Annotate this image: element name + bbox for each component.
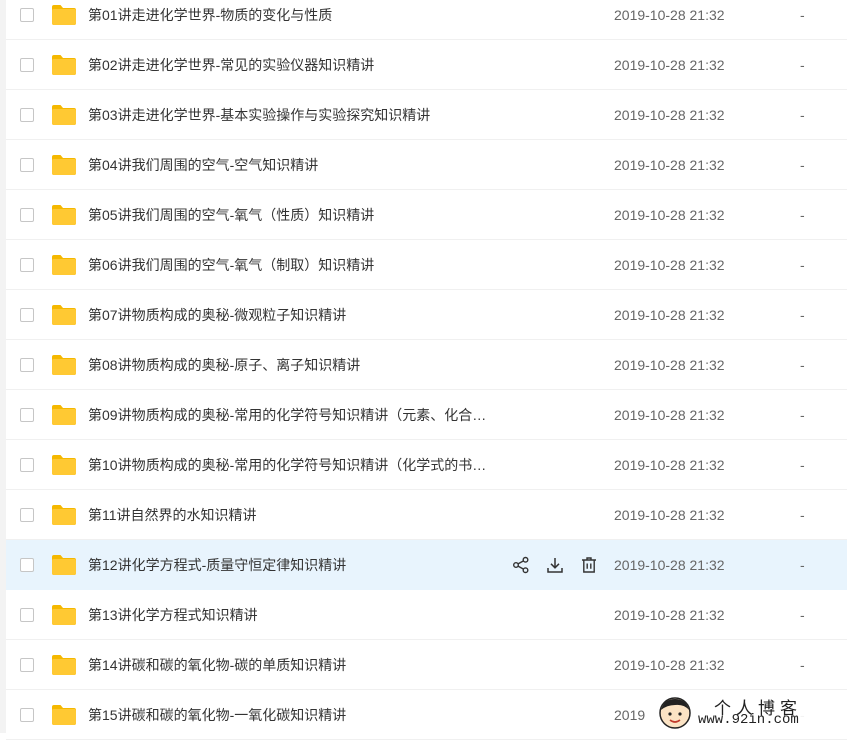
folder-icon — [51, 354, 77, 376]
folder-icon — [51, 104, 77, 126]
file-size: - — [800, 607, 805, 623]
watermark-avatar-icon — [658, 696, 692, 730]
modified-date: 2019-10-28 21:32 — [614, 157, 725, 173]
folder-icon — [51, 54, 77, 76]
modified-date: 2019-10-28 21:32 — [614, 57, 725, 73]
folder-icon — [51, 504, 77, 526]
folder-icon — [51, 304, 77, 326]
file-size: - — [800, 357, 805, 373]
file-name[interactable]: 第08讲物质构成的奥秘-原子、离子知识精讲 — [88, 340, 498, 390]
file-name[interactable]: 第05讲我们周围的空气-氧气（性质）知识精讲 — [88, 190, 498, 240]
modified-date: 2019-10-28 21:32 — [614, 507, 725, 523]
file-name[interactable]: 第06讲我们周围的空气-氧气（制取）知识精讲 — [88, 240, 498, 290]
modified-date: 2019-10-28 21:32 — [614, 207, 725, 223]
modified-date: 2019-10-28 21:32 — [614, 257, 725, 273]
row-checkbox[interactable] — [20, 158, 34, 172]
file-row[interactable]: 第14讲碳和碳的氧化物-碳的单质知识精讲 2019-10-28 21:32 - — [6, 640, 847, 690]
file-row[interactable]: 第07讲物质构成的奥秘-微观粒子知识精讲 2019-10-28 21:32 - — [6, 290, 847, 340]
file-size: - — [800, 507, 805, 523]
row-checkbox[interactable] — [20, 258, 34, 272]
file-size: - — [800, 557, 805, 573]
file-size: - — [800, 7, 805, 23]
file-row[interactable]: 第12讲化学方程式-质量守恒定律知识精讲 2019-10-28 21:32 - — [6, 540, 847, 590]
folder-icon — [51, 654, 77, 676]
folder-icon — [51, 554, 77, 576]
row-checkbox[interactable] — [20, 208, 34, 222]
file-row[interactable]: 第01讲走进化学世界-物质的变化与性质 2019-10-28 21:32 - — [6, 0, 847, 40]
file-row[interactable]: 第06讲我们周围的空气-氧气（制取）知识精讲 2019-10-28 21:32 … — [6, 240, 847, 290]
row-checkbox[interactable] — [20, 508, 34, 522]
file-name[interactable]: 第09讲物质构成的奥秘-常用的化学符号知识精讲（元素、化合价） — [88, 390, 498, 440]
row-checkbox[interactable] — [20, 358, 34, 372]
modified-date: 2019-10-28 21:32 — [614, 7, 725, 23]
modified-date: 2019-10-28 21:32 — [614, 607, 725, 623]
file-name[interactable]: 第14讲碳和碳的氧化物-碳的单质知识精讲 — [88, 640, 498, 690]
row-checkbox[interactable] — [20, 108, 34, 122]
modified-date: 2019-10-28 21:32 — [614, 557, 725, 573]
row-checkbox[interactable] — [20, 708, 34, 722]
file-list: 第01讲走进化学世界-物质的变化与性质 2019-10-28 21:32 - 第… — [6, 0, 847, 740]
file-name[interactable]: 第13讲化学方程式知识精讲 — [88, 590, 498, 640]
file-size: - — [800, 307, 805, 323]
row-checkbox[interactable] — [20, 8, 34, 22]
share-icon[interactable] — [504, 540, 538, 590]
file-row[interactable]: 第13讲化学方程式知识精讲 2019-10-28 21:32 - — [6, 590, 847, 640]
download-icon[interactable] — [538, 540, 572, 590]
file-name[interactable]: 第04讲我们周围的空气-空气知识精讲 — [88, 140, 498, 190]
row-checkbox[interactable] — [20, 308, 34, 322]
file-name[interactable]: 第01讲走进化学世界-物质的变化与性质 — [88, 0, 498, 40]
watermark-url: www.92in.com — [698, 712, 799, 728]
modified-date: 2019-10-28 21:32 — [614, 457, 725, 473]
row-checkbox[interactable] — [20, 408, 34, 422]
file-row[interactable]: 第10讲物质构成的奥秘-常用的化学符号知识精讲（化学式的书写及基本计... 20… — [6, 440, 847, 490]
row-checkbox[interactable] — [20, 458, 34, 472]
file-row[interactable]: 第03讲走进化学世界-基本实验操作与实验探究知识精讲 2019-10-28 21… — [6, 90, 847, 140]
file-row[interactable]: 第05讲我们周围的空气-氧气（性质）知识精讲 2019-10-28 21:32 … — [6, 190, 847, 240]
file-size: - — [800, 257, 805, 273]
delete-icon[interactable] — [572, 540, 606, 590]
file-name[interactable]: 第10讲物质构成的奥秘-常用的化学符号知识精讲（化学式的书写及基本计... — [88, 440, 498, 490]
file-row[interactable]: 第11讲自然界的水知识精讲 2019-10-28 21:32 - — [6, 490, 847, 540]
modified-date: 2019-10-28 21:32 — [614, 107, 725, 123]
folder-icon — [51, 254, 77, 276]
folder-icon — [51, 604, 77, 626]
row-checkbox[interactable] — [20, 558, 34, 572]
file-size: - — [800, 657, 805, 673]
file-row[interactable]: 第02讲走进化学世界-常见的实验仪器知识精讲 2019-10-28 21:32 … — [6, 40, 847, 90]
file-size: - — [800, 207, 805, 223]
file-size: - — [800, 457, 805, 473]
folder-icon — [51, 154, 77, 176]
file-size: - — [800, 107, 805, 123]
modified-date: 2019-10-28 21:32 — [614, 657, 725, 673]
folder-icon — [51, 204, 77, 226]
file-row[interactable]: 第08讲物质构成的奥秘-原子、离子知识精讲 2019-10-28 21:32 - — [6, 340, 847, 390]
row-checkbox[interactable] — [20, 608, 34, 622]
modified-date: 2019-10-28 21:32 — [614, 307, 725, 323]
folder-icon — [51, 404, 77, 426]
file-name[interactable]: 第12讲化学方程式-质量守恒定律知识精讲 — [88, 540, 488, 590]
folder-icon — [51, 4, 77, 26]
folder-icon — [51, 704, 77, 726]
modified-date: 2019-10-28 21:32 — [614, 407, 725, 423]
row-actions — [504, 540, 606, 590]
row-checkbox[interactable] — [20, 58, 34, 72]
row-checkbox[interactable] — [20, 658, 34, 672]
file-name[interactable]: 第11讲自然界的水知识精讲 — [88, 490, 498, 540]
file-size: - — [800, 157, 805, 173]
watermark: 个人博客 www.92in.com — [656, 694, 847, 733]
modified-date: 2019-10-28 21:32 — [614, 357, 725, 373]
file-size: - — [800, 407, 805, 423]
file-name[interactable]: 第02讲走进化学世界-常见的实验仪器知识精讲 — [88, 40, 498, 90]
folder-icon — [51, 454, 77, 476]
file-row[interactable]: 第09讲物质构成的奥秘-常用的化学符号知识精讲（元素、化合价） 2019-10-… — [6, 390, 847, 440]
file-name[interactable]: 第03讲走进化学世界-基本实验操作与实验探究知识精讲 — [88, 90, 498, 140]
file-name[interactable]: 第07讲物质构成的奥秘-微观粒子知识精讲 — [88, 290, 498, 340]
file-row[interactable]: 第04讲我们周围的空气-空气知识精讲 2019-10-28 21:32 - — [6, 140, 847, 190]
file-size: - — [800, 57, 805, 73]
